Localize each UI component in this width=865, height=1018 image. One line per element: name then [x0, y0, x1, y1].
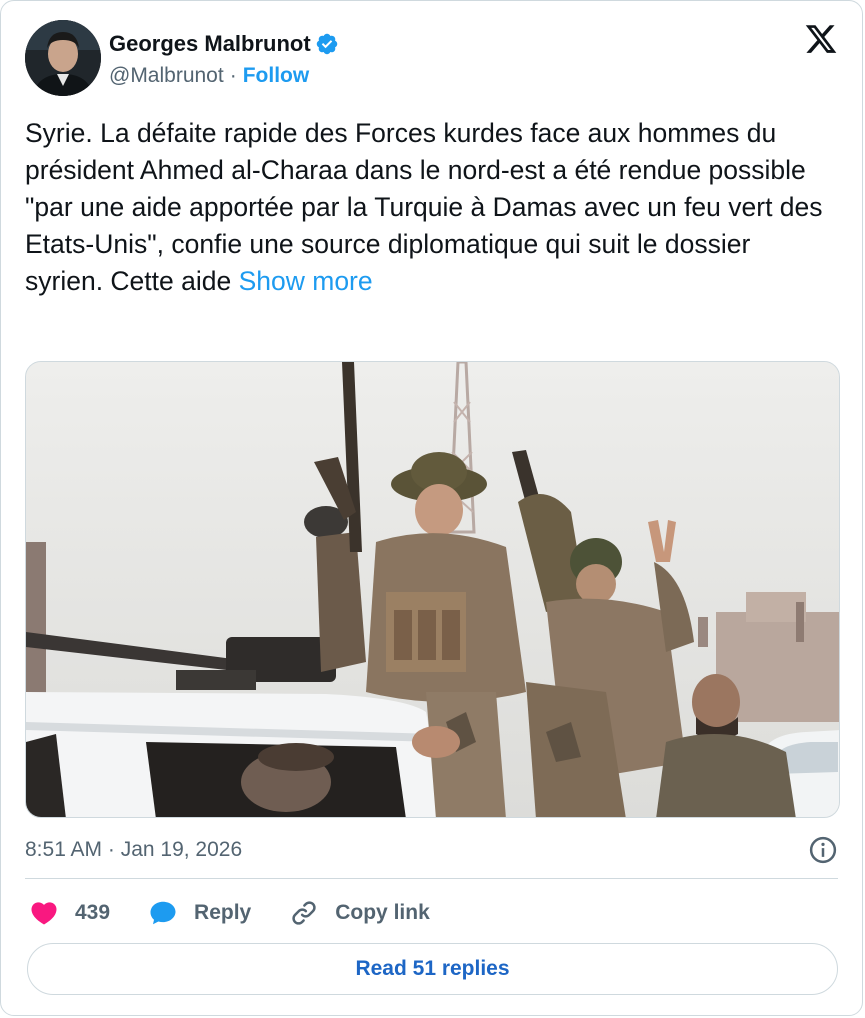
- copy-link-label: Copy link: [335, 901, 430, 924]
- read-replies-button[interactable]: Read 51 replies: [27, 943, 838, 995]
- link-icon: [292, 901, 316, 925]
- x-logo-icon[interactable]: [804, 22, 838, 56]
- tweet-photo[interactable]: [25, 361, 840, 818]
- tweet-body: Syrie. La défaite rapide des Forces kurd…: [25, 118, 823, 296]
- reply-bubble-icon: [150, 901, 176, 925]
- handle-row: @Malbrunot · Follow: [109, 64, 339, 88]
- author-info: Georges Malbrunot @Malbrunot · Follow: [109, 30, 339, 88]
- reply-button[interactable]: Reply: [148, 898, 251, 928]
- photo-soldiers-on-vehicle: [26, 362, 839, 817]
- verified-badge-icon: [316, 33, 337, 55]
- separator-dot: ·: [229, 64, 237, 87]
- tweet-header: Georges Malbrunot @Malbrunot · Follow: [25, 20, 838, 96]
- divider: [25, 878, 838, 879]
- avatar-image: [25, 20, 101, 96]
- reply-label: Reply: [194, 901, 252, 924]
- tweet-text: Syrie. La défaite rapide des Forces kurd…: [25, 115, 835, 300]
- heart-icon: [31, 902, 57, 925]
- timestamp[interactable]: 8:51 AM · Jan 19, 2026: [25, 838, 242, 862]
- action-bar: 439 Reply Copy link: [29, 895, 468, 931]
- avatar[interactable]: [25, 20, 101, 96]
- copy-link-button[interactable]: Copy link: [289, 898, 430, 928]
- info-icon[interactable]: [808, 835, 838, 865]
- follow-button[interactable]: Follow: [243, 64, 310, 88]
- tweet-card: Georges Malbrunot @Malbrunot · Follow Sy…: [0, 0, 863, 1016]
- like-count: 439: [75, 901, 111, 924]
- author-name[interactable]: Georges Malbrunot: [109, 31, 311, 57]
- author-handle[interactable]: @Malbrunot: [109, 64, 224, 88]
- like-button[interactable]: 439: [29, 898, 110, 928]
- read-replies-label: Read 51 replies: [355, 957, 510, 980]
- name-row: Georges Malbrunot: [109, 30, 339, 58]
- tweet-meta: 8:51 AM · Jan 19, 2026: [25, 835, 838, 865]
- show-more-link[interactable]: Show more: [239, 266, 373, 296]
